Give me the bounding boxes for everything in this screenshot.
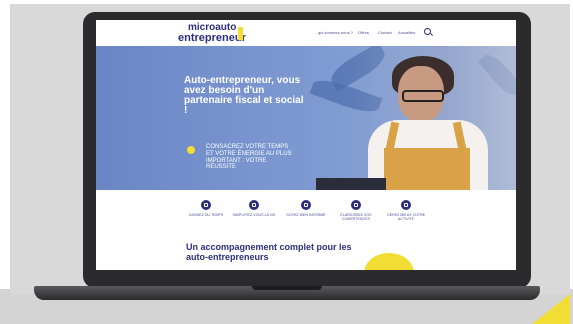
feature-item-skills[interactable]: ÉLARGISSEZ VOS COMPÉTENCES [332, 200, 380, 222]
calendar-icon [401, 200, 411, 210]
nav-link-contact[interactable]: Contact [378, 30, 392, 35]
person-overalls [384, 148, 470, 190]
nav-link-about[interactable]: qui sommes-nous ? [318, 30, 353, 35]
bullet-dot [187, 146, 195, 154]
search-icon[interactable] [424, 28, 431, 35]
feature-label: SOYEZ BIEN INFORMÉ [286, 213, 326, 217]
feature-item-informed[interactable]: SOYEZ BIEN INFORMÉ [282, 200, 330, 217]
briefcase-icon [249, 200, 259, 210]
decorative-yellow-corner [532, 294, 570, 324]
feature-label: GAGNEZ DU TEMPS [188, 213, 224, 217]
logo-line-2: entrepreneur [178, 32, 246, 44]
hero-title: Auto-entrepreneur, vous avez besoin d'un… [184, 75, 304, 116]
feature-label: GÉREZ MIEUX VOTRE ACTIVITÉ [386, 213, 426, 222]
hero-banner: Auto-entrepreneur, vous avez besoin d'un… [96, 46, 516, 190]
laptop-base-notch [252, 286, 322, 290]
hero-tagline: CONSACREZ VOTRE TEMPS ET VOTRE ÉNERGIE A… [206, 144, 292, 171]
feature-label: SIMPLIFIEZ-VOUS LA VIE [232, 213, 276, 217]
features-section: GAGNEZ DU TEMPS SIMPLIFIEZ-VOUS LA VIE S… [96, 190, 516, 270]
feature-item-time[interactable]: GAGNEZ DU TEMPS [182, 200, 230, 217]
photo-laptop [316, 178, 386, 190]
nav-link-offers[interactable]: Offres [358, 30, 369, 35]
logo-com-badge [238, 27, 243, 40]
section-title: Un accompagnement complet pour les auto-… [186, 242, 352, 262]
feature-item-manage[interactable]: GÉREZ MIEUX VOTRE ACTIVITÉ [382, 200, 430, 222]
laptop-screen: microauto entrepreneur qui sommes-nous ?… [96, 20, 516, 270]
feature-item-simplify[interactable]: SIMPLIFIEZ-VOUS LA VIE [230, 200, 278, 217]
chart-icon [351, 200, 361, 210]
site-navbar: microauto entrepreneur qui sommes-nous ?… [96, 20, 516, 46]
glasses [402, 90, 444, 102]
site-logo[interactable]: microauto entrepreneur [178, 23, 246, 44]
user-icon [301, 200, 311, 210]
clock-icon [201, 200, 211, 210]
nav-link-news[interactable]: Actualités [398, 30, 415, 35]
feature-label: ÉLARGISSEZ VOS COMPÉTENCES [340, 213, 372, 222]
